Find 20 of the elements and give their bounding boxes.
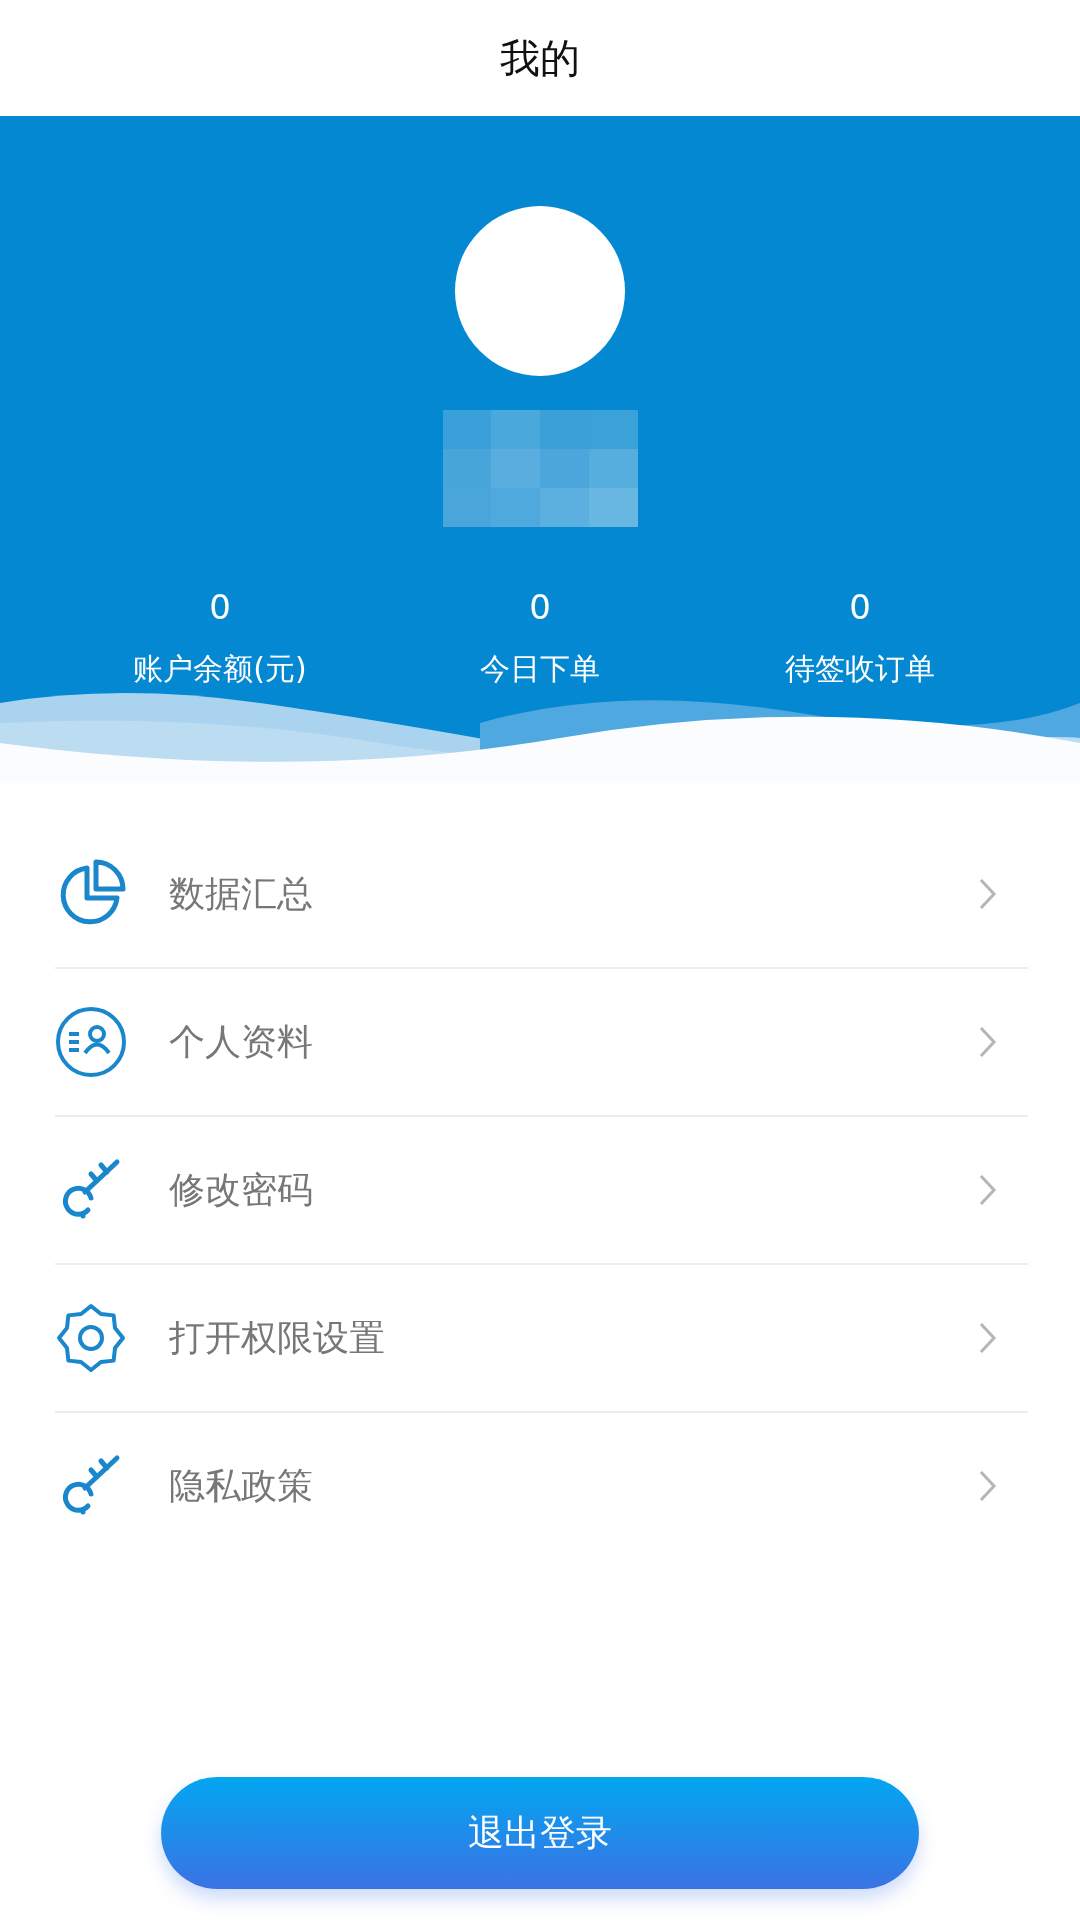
stat-value: 0 [849,587,871,627]
chevron-icon [978,1321,998,1355]
chevron-icon [978,1173,998,1207]
menu-item[interactable]: 打开权限设置 [55,1265,1028,1413]
menu-item[interactable]: 修改密码 [55,1117,1028,1265]
stat-label: 今日下单 [480,650,600,688]
stat-label: 账户余额(元) [133,650,307,688]
stat-label: 待签收订单 [785,650,935,688]
stat-value: 0 [209,587,231,627]
menu-item[interactable]: 隐私政策 [55,1413,1028,1559]
chevron-icon [978,877,998,911]
chevron-icon [978,1025,998,1059]
menu-item[interactable]: 数据汇总 [55,821,1028,969]
menu-item[interactable]: 个人资料 [55,969,1028,1117]
stat-value: 0 [529,587,551,627]
page-title: 我的 [500,33,580,83]
chevron-icon [978,1469,998,1503]
profile-card-icon [55,1006,127,1078]
settings-icon [55,1302,127,1374]
logout-button[interactable]: 退出登录 [161,1777,919,1889]
